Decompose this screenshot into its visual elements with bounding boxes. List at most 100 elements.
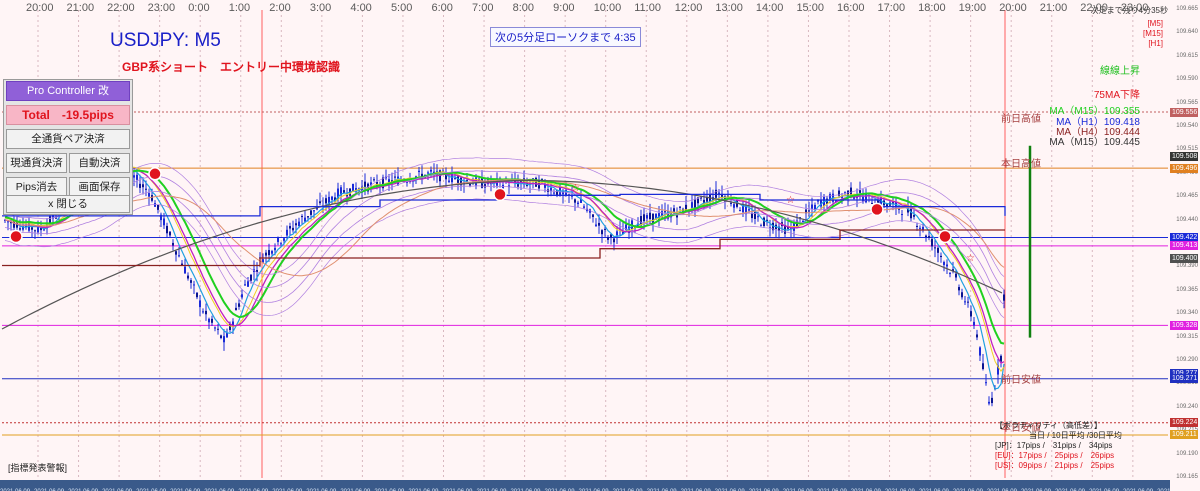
candle-body xyxy=(325,198,327,204)
price-tick-label: 109.590 xyxy=(1176,76,1198,83)
candle-body xyxy=(937,247,939,253)
time-axis-label: 21:00 xyxy=(66,2,95,14)
close-panel-button[interactable]: x 閉じる xyxy=(6,195,130,213)
candle-body xyxy=(964,301,966,303)
candle-body xyxy=(943,262,945,265)
candle-body xyxy=(583,206,585,208)
time-axis-label: 16:00 xyxy=(837,2,865,14)
price-level-box: 109.556 xyxy=(1170,107,1198,117)
price-level-box: 109.211 xyxy=(1170,430,1198,440)
candle-body xyxy=(604,228,606,230)
candle-body xyxy=(811,204,813,209)
time-axis-label: 14:00 xyxy=(755,2,784,14)
close-current-pair-button[interactable]: 現通貨決済 xyxy=(6,153,67,173)
candle-body xyxy=(430,169,432,172)
time-axis-label: 23:00 xyxy=(1120,2,1149,14)
signal-star-icon xyxy=(493,187,507,202)
candle-body xyxy=(919,227,921,229)
candle-body xyxy=(133,175,135,178)
candle-body xyxy=(643,214,645,222)
candle-body xyxy=(211,318,213,323)
auto-close-button[interactable]: 自動決済 xyxy=(69,153,130,173)
candle-body xyxy=(913,215,915,217)
candle-body xyxy=(223,336,225,343)
volatility-panel: 【ボラティリティ（高低差）】 当日 / 10日平均 /30日平均 [JP]：17… xyxy=(995,421,1145,479)
symbol-title: USDJPY: M5 xyxy=(110,30,221,51)
timeframe-tag-h1: [H1] xyxy=(1148,39,1163,48)
candle-body xyxy=(394,176,396,178)
candle-body xyxy=(595,224,597,226)
candle-body xyxy=(298,221,300,226)
candle-body xyxy=(247,281,249,287)
price-tick-label: 109.465 xyxy=(1176,193,1198,200)
candle-body xyxy=(751,213,753,219)
signal-star-icon xyxy=(148,167,162,181)
candle-body xyxy=(649,212,651,220)
save-screen-button[interactable]: 画面保存 xyxy=(69,177,130,197)
uptrend-label: 線線上昇 xyxy=(1100,66,1140,77)
candle-body xyxy=(484,184,486,188)
volatility-row-eu: [EU]：17pips / 25pips / 26pips xyxy=(995,451,1115,460)
delete-pips-button[interactable]: Pips消去 xyxy=(6,177,67,197)
candle-body xyxy=(235,307,237,311)
candle-body xyxy=(808,210,810,212)
candle-body xyxy=(286,229,288,236)
signal-star-icon xyxy=(870,202,884,217)
candle-body xyxy=(646,215,648,219)
price-tick-label: 109.615 xyxy=(1176,52,1198,59)
candle-body xyxy=(193,284,195,286)
price-level-box: 109.271 xyxy=(1170,374,1198,384)
price-level-box: 109.400 xyxy=(1170,253,1198,263)
candle-body xyxy=(871,202,873,204)
candle-countdown: 次の5分足ローソクまで 4:35 xyxy=(490,27,641,47)
candle-body xyxy=(574,199,576,203)
candle-body xyxy=(733,204,735,208)
time-axis-label: 19:00 xyxy=(958,2,987,14)
candle-body xyxy=(295,223,297,226)
candle-body xyxy=(289,226,291,229)
candle-body xyxy=(616,231,618,236)
candle-body xyxy=(979,347,981,356)
candle-body xyxy=(34,230,36,232)
candle-body xyxy=(1003,294,1005,301)
chart-window[interactable]: ☆ ☆ ☆ USDJPY: M5 GBP系ショート エントリー中環境認識 次の5分足… xyxy=(0,0,1200,491)
candle-body xyxy=(166,225,168,234)
time-axis-label: 0:00 xyxy=(188,2,210,14)
volatility-row-us: [US]：09pips / 21pips / 25pips xyxy=(995,461,1115,470)
candle-body xyxy=(664,211,666,213)
time-axis-label: 13:00 xyxy=(715,2,743,14)
close-all-pairs-button[interactable]: 全通貨ペア決済 xyxy=(6,129,130,149)
time-axis-label: 2:00 xyxy=(269,2,291,14)
candle-body xyxy=(982,363,984,370)
candle-body xyxy=(178,255,180,257)
candle-body xyxy=(265,252,267,256)
candle-body xyxy=(172,242,174,246)
candle-body xyxy=(244,284,246,286)
candle-body xyxy=(304,217,306,222)
candle-body xyxy=(448,180,450,182)
candle-body xyxy=(679,206,681,208)
price-tick-label: 109.290 xyxy=(1176,357,1198,363)
time-axis-label: 3:00 xyxy=(309,2,332,14)
candle-body xyxy=(280,243,282,245)
candle-body xyxy=(577,202,579,205)
candle-body xyxy=(958,287,960,291)
candle-body xyxy=(961,292,963,298)
price-tick-label: 109.190 xyxy=(1176,450,1198,457)
time-axis-label: 11:00 xyxy=(634,2,661,14)
candle-body xyxy=(241,294,243,298)
candle-body xyxy=(985,382,987,384)
candle-body xyxy=(220,335,222,338)
strategy-note: GBP系ショート エントリー中環境認識 xyxy=(122,60,341,74)
price-tick-label: 109.640 xyxy=(1176,29,1198,36)
candle-body xyxy=(148,193,150,197)
panel-title[interactable]: Pro Controller 改 xyxy=(6,81,130,101)
price-tick-label: 109.665 xyxy=(1176,6,1198,12)
candle-body xyxy=(292,227,294,231)
candle-body xyxy=(946,264,948,267)
time-axis-label: 20:00 xyxy=(999,2,1027,14)
time-axis-label: 20:00 xyxy=(26,2,54,14)
candle-body xyxy=(205,310,207,315)
time-axis-label: 15:00 xyxy=(796,2,824,14)
price-tick-label: 109.390 xyxy=(1176,263,1198,270)
